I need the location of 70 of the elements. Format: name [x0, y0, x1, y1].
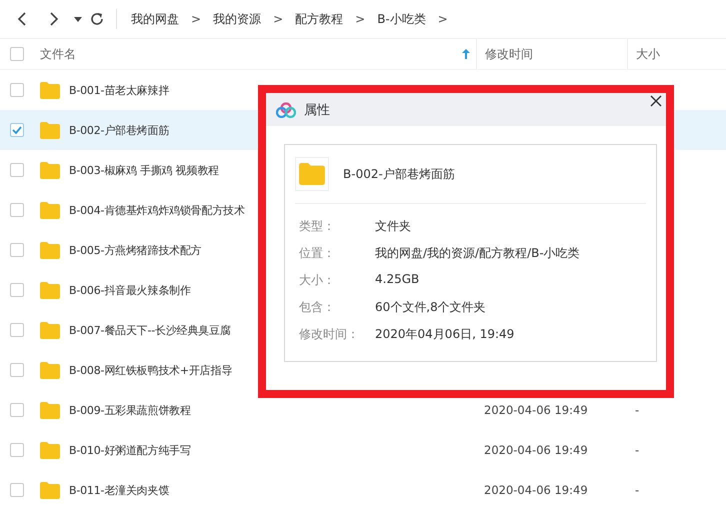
history-dropdown-button[interactable]	[74, 16, 82, 22]
forward-button[interactable]	[48, 12, 60, 26]
folder-icon	[40, 82, 60, 98]
row-checkbox[interactable]	[10, 163, 24, 177]
row-checkbox[interactable]	[10, 403, 24, 417]
file-name[interactable]: B-002-户部巷烤面筋	[69, 122, 170, 138]
folder-icon	[40, 322, 60, 338]
column-header[interactable]: 文件名	[40, 46, 76, 62]
folder-icon	[40, 202, 60, 218]
file-size: -	[635, 403, 640, 417]
modified-time: 2020-04-06 19:49	[484, 483, 588, 497]
file-size: -	[635, 443, 640, 457]
row-checkbox[interactable]	[10, 83, 24, 97]
file-name[interactable]: B-003-椒麻鸡 手撕鸡 视频教程	[69, 162, 219, 178]
row-checkbox[interactable]	[10, 323, 24, 337]
property-label: 类型：	[299, 218, 336, 235]
property-value: 我的网盘/我的资源/配方教程/B-小吃类	[375, 245, 581, 262]
select-all-checkbox[interactable]	[10, 47, 24, 61]
file-name[interactable]: B-001-苗老太麻辣拌	[69, 82, 170, 98]
back-button[interactable]	[16, 12, 28, 26]
column-header[interactable]: 大小	[627, 39, 726, 69]
row-checkbox[interactable]	[10, 443, 24, 457]
file-size: -	[635, 483, 640, 497]
folder-icon	[40, 242, 60, 258]
folder-icon	[40, 362, 60, 378]
breadcrumb-separator: >	[272, 12, 284, 26]
cloud-logo-icon	[276, 102, 296, 118]
folder-icon	[40, 402, 60, 418]
file-name[interactable]: B-008-网红铁板鸭技术+开店指导	[69, 362, 232, 378]
close-button[interactable]	[648, 93, 664, 109]
folder-name: B-002-户部巷烤面筋	[343, 166, 455, 182]
modified-time: 2020-04-06 19:49	[484, 403, 588, 417]
file-name[interactable]: B-009-五彩果蔬煎饼教程	[69, 402, 191, 418]
column-header[interactable]: 修改时间	[476, 39, 627, 69]
modified-time: 2020-04-06 19:49	[484, 443, 588, 457]
folder-icon	[299, 163, 325, 185]
file-name[interactable]: B-004-肯德基炸鸡炸鸡锁骨配方技术	[69, 202, 245, 218]
folder-icon	[40, 482, 60, 498]
property-label: 包含：	[299, 299, 336, 316]
row-checkbox[interactable]	[10, 363, 24, 377]
row-checkbox[interactable]	[10, 483, 24, 497]
folder-icon	[40, 122, 60, 138]
refresh-button[interactable]	[90, 12, 104, 26]
folder-icon	[40, 282, 60, 298]
property-value: 文件夹	[375, 218, 412, 235]
breadcrumb-link[interactable]: 配方教程	[291, 10, 348, 28]
property-label: 位置：	[299, 245, 336, 262]
breadcrumb-link[interactable]: 我的网盘	[127, 10, 183, 28]
property-label: 大小：	[299, 272, 336, 289]
row-checkbox[interactable]	[10, 283, 24, 297]
breadcrumb-separator: >	[354, 12, 366, 26]
file-name[interactable]: B-006-抖音最火辣条制作	[69, 282, 191, 298]
dialog-title: 属性	[304, 102, 330, 118]
row-checkbox[interactable]	[10, 123, 24, 137]
breadcrumb-link[interactable]: 我的资源	[209, 10, 266, 28]
property-value: 4.25GB	[375, 272, 420, 288]
folder-icon	[40, 442, 60, 458]
breadcrumb-separator: >	[190, 12, 202, 26]
property-value: 2020年04月06日, 19:49	[375, 326, 516, 343]
breadcrumb-link[interactable]: B-小吃类	[373, 10, 430, 28]
file-name[interactable]: B-005-方燕烤猪蹄技术配方	[69, 242, 202, 258]
property-value: 60个文件,8个文件夹	[375, 299, 487, 316]
breadcrumb-separator: >	[436, 12, 449, 26]
file-name[interactable]: B-010-好粥道配方纯手写	[69, 442, 191, 458]
file-name[interactable]: B-007-餐品天下--长沙经典臭豆腐	[69, 322, 231, 338]
property-label: 修改时间：	[299, 326, 360, 343]
row-checkbox[interactable]	[10, 243, 24, 257]
file-name[interactable]: B-011-老潼关肉夹馍	[69, 482, 170, 498]
row-checkbox[interactable]	[10, 203, 24, 217]
folder-icon	[40, 162, 60, 178]
